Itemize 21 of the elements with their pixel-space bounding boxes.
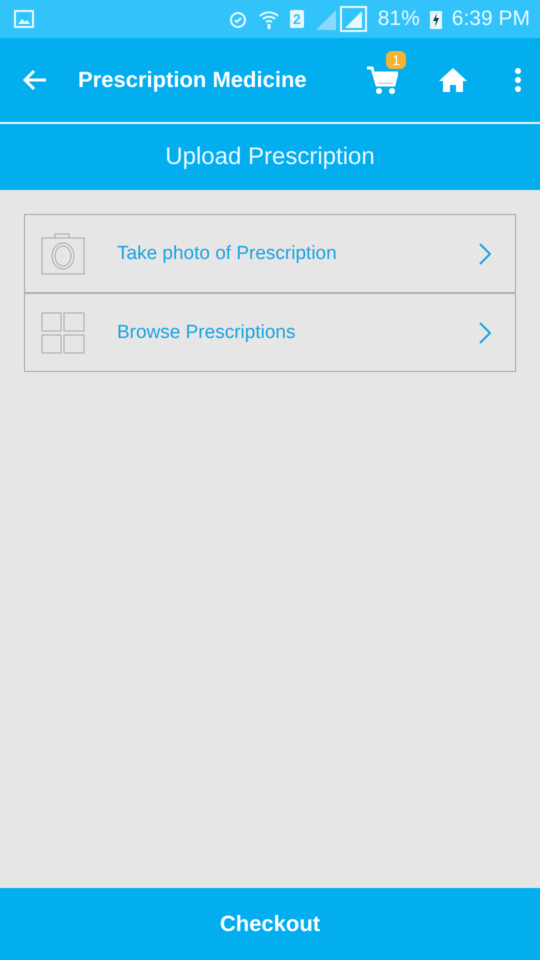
cart-button[interactable]: 1	[366, 51, 406, 95]
battery-charging-icon	[430, 9, 442, 29]
battery-percent: 81%	[378, 7, 420, 31]
checkout-button[interactable]: Checkout	[0, 888, 540, 960]
upload-option[interactable]: Browse Prescriptions	[25, 292, 515, 371]
sim-indicator: 2	[290, 10, 304, 28]
section-title: Upload Prescription	[165, 143, 375, 171]
camera-icon	[41, 232, 85, 274]
alarm-icon	[228, 9, 248, 29]
cart-count-badge: 1	[386, 51, 406, 69]
back-button[interactable]	[22, 69, 48, 91]
gallery-icon	[14, 10, 34, 28]
chevron-right-icon	[479, 242, 491, 264]
clock-time: 6:39 PM	[452, 7, 530, 31]
chevron-right-icon	[479, 322, 491, 344]
more-menu-button[interactable]	[514, 67, 522, 93]
page-title: Prescription Medicine	[78, 67, 307, 93]
signal-icon	[314, 6, 368, 32]
upload-option[interactable]: Take photo of Prescription	[25, 215, 515, 292]
grid-icon	[41, 312, 85, 354]
home-button[interactable]	[438, 67, 468, 93]
